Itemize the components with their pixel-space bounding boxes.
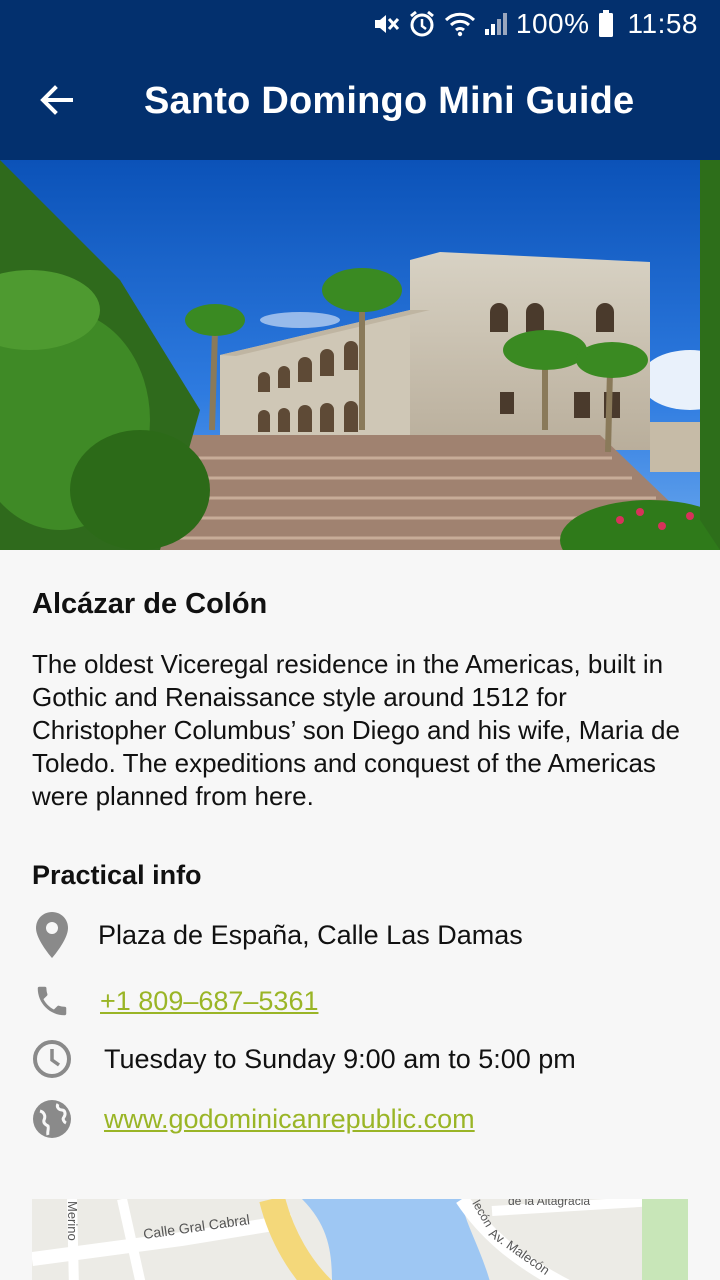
arrow-back-icon	[38, 82, 74, 123]
content-area: Alcázar de Colón The oldest Viceregal re…	[0, 550, 720, 1280]
globe-icon	[32, 1094, 72, 1144]
phone-link[interactable]: +1 809–687–5361	[100, 986, 318, 1017]
battery-icon	[598, 10, 614, 38]
signal-icon	[484, 11, 508, 37]
map-label-merino: Merino	[65, 1201, 80, 1241]
wifi-icon	[444, 11, 476, 37]
phone-row[interactable]: +1 809–687–5361	[32, 976, 318, 1026]
place-title: Alcázar de Colón	[32, 588, 268, 620]
battery-percent: 100%	[515, 8, 590, 39]
address-text: Plaza de España, Calle Las Damas	[98, 919, 523, 950]
back-button[interactable]	[28, 74, 84, 130]
hours-text: Tuesday to Sunday 9:00 am to 5:00 pm	[104, 1043, 576, 1074]
address-row: Plaza de España, Calle Las Damas	[32, 910, 523, 960]
map-label-altagracia: de la Altagracia	[508, 1199, 590, 1208]
app-bar: 100% 11:58 Santo Domingo Mini Guide	[0, 0, 720, 160]
map-preview[interactable]: Calle Gral Cabral Av. Malecón de la Alta…	[32, 1199, 688, 1280]
phone-icon	[32, 976, 72, 1026]
mute-icon	[372, 11, 400, 37]
hero-image	[0, 160, 720, 550]
place-description: The oldest Viceregal residence in the Am…	[32, 649, 680, 811]
website-row[interactable]: www.godominicanrepublic.com	[32, 1094, 475, 1144]
status-bar: 100% 11:58	[0, 0, 720, 48]
alarm-icon	[408, 10, 436, 38]
website-link[interactable]: www.godominicanrepublic.com	[104, 1104, 475, 1135]
practical-info-title: Practical info	[32, 860, 202, 890]
clock: 11:58	[627, 8, 698, 39]
location-pin-icon	[32, 910, 72, 960]
hours-row: Tuesday to Sunday 9:00 am to 5:00 pm	[32, 1034, 576, 1084]
status-icons: 100% 11:58	[372, 6, 698, 42]
toolbar: Santo Domingo Mini Guide	[0, 48, 720, 160]
clock-icon	[32, 1034, 72, 1084]
page-title: Santo Domingo Mini Guide	[144, 80, 635, 122]
